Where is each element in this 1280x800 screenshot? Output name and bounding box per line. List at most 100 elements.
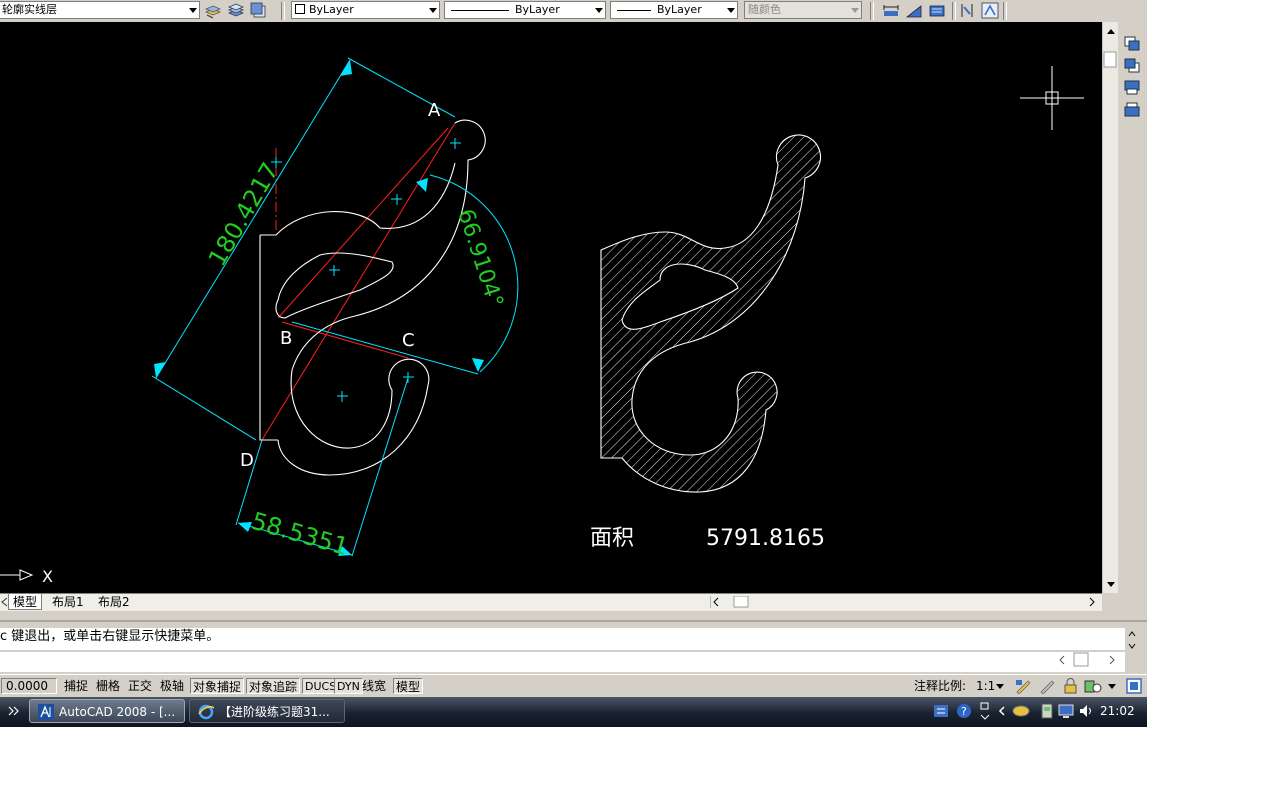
polar-toggle[interactable]: 极轴 xyxy=(158,678,186,694)
send-under-object-icon[interactable] xyxy=(1124,102,1141,117)
dimension-style-icon[interactable] xyxy=(958,2,976,19)
command-scroll-icon[interactable] xyxy=(1126,629,1138,651)
taskbar-item-label: AutoCAD 2008 - [... xyxy=(59,705,176,719)
toolbar-separator xyxy=(1003,2,1007,20)
linear-dimension-icon[interactable] xyxy=(882,2,900,19)
area-label: 面积 xyxy=(590,526,634,551)
quick-launch-chevron-icon[interactable] xyxy=(8,705,20,717)
annotation-scale-value[interactable]: 1:1 xyxy=(974,678,997,694)
radius-dimension-icon[interactable] xyxy=(928,2,946,19)
point-label-a: A xyxy=(428,100,441,121)
properties-toolbar: 轮廓实线层 ByLayer ByLayer ByLayer 随颜色 xyxy=(0,0,1147,23)
point-labels: A B C D xyxy=(240,100,441,471)
lineweight-preview xyxy=(617,10,651,11)
annotation-scale-label: 注释比例: xyxy=(914,679,967,693)
horizontal-scrollbar[interactable] xyxy=(710,596,1102,608)
command-window: c 键退出，或单击右键显示快捷菜单。 xyxy=(0,620,1147,674)
layer-name: 轮廓实线层 xyxy=(2,3,57,16)
command-input[interactable] xyxy=(0,651,1125,672)
hatched-hook-right xyxy=(600,134,822,493)
tab-layout1[interactable]: 布局1 xyxy=(48,594,88,610)
usb-device-icon[interactable] xyxy=(1040,702,1056,720)
windows-taskbar: AutoCAD 2008 - [... 【进阶级练习题31... ? 21:02 xyxy=(0,697,1147,727)
color-value: ByLayer xyxy=(309,3,354,16)
hook-outline-left xyxy=(259,119,486,476)
status-bar: 0.0000 捕捉 栅格 正交 极轴 对象捕捉 对象追踪 DUCS DYN 线宽… xyxy=(0,674,1147,697)
ucs-x-label: X xyxy=(42,567,53,586)
autocad-window: 轮廓实线层 ByLayer ByLayer ByLayer 随颜色 180.42… xyxy=(0,0,1147,727)
window-restore-icon[interactable] xyxy=(978,701,992,721)
otrack-toggle[interactable]: 对象追踪 xyxy=(246,678,301,694)
osnap-toggle[interactable]: 对象捕捉 xyxy=(190,678,245,694)
layer-manager-icon[interactable] xyxy=(227,2,245,19)
layer-previous-icon[interactable] xyxy=(250,2,268,19)
point-label-c: C xyxy=(402,330,415,351)
aligned-dimension-icon[interactable] xyxy=(905,2,923,19)
dimension-length-text: 180.4217 xyxy=(203,158,285,271)
svg-text:?: ? xyxy=(961,705,967,718)
lock-icon[interactable] xyxy=(1062,678,1080,694)
toolbar-separator xyxy=(952,2,956,20)
grid-toggle[interactable]: 栅格 xyxy=(94,678,122,694)
plotstyle-dropdown[interactable]: 随颜色 xyxy=(744,1,862,19)
taskbar-clock: 21:02 xyxy=(1100,704,1135,718)
toolbar-separator xyxy=(281,2,285,20)
point-label-d: D xyxy=(240,450,254,471)
command-hscroll[interactable] xyxy=(1056,652,1120,668)
lineweight-dropdown[interactable]: ByLayer xyxy=(610,1,738,19)
make-layer-current-icon[interactable] xyxy=(204,2,222,19)
taskbar-item-autocad[interactable]: AutoCAD 2008 - [... xyxy=(29,699,185,723)
chevron-down-icon[interactable] xyxy=(1108,684,1116,690)
annotation-visibility-icon[interactable] xyxy=(1014,678,1032,694)
tab-model[interactable]: 模型 xyxy=(8,594,43,610)
linetype-value: ByLayer xyxy=(515,3,560,16)
chevron-down-icon xyxy=(429,8,437,13)
ucs-icon xyxy=(0,569,34,581)
lineweight-value: ByLayer xyxy=(657,3,702,16)
area-value: 5791.8165 xyxy=(706,526,825,551)
linetype-dropdown[interactable]: ByLayer xyxy=(444,1,606,19)
linetype-preview xyxy=(451,10,509,11)
taskbar-item-browser[interactable]: 【进阶级练习题31... xyxy=(189,699,345,723)
text-style-icon[interactable] xyxy=(981,2,999,19)
internet-explorer-icon xyxy=(198,704,214,720)
color-swatch-icon xyxy=(295,4,305,14)
bring-to-front-icon[interactable] xyxy=(1124,36,1141,51)
construction-lines xyxy=(261,122,456,441)
chevron-down-icon xyxy=(595,8,603,13)
send-to-back-icon[interactable] xyxy=(1124,58,1141,73)
ortho-toggle[interactable]: 正交 xyxy=(126,678,154,694)
crosshair-cursor-icon xyxy=(1020,66,1084,130)
display-settings-icon[interactable] xyxy=(1058,702,1076,720)
dimension-arrowheads xyxy=(154,60,484,556)
chevron-down-icon xyxy=(851,8,859,13)
point-label-b: B xyxy=(280,328,292,349)
plotstyle-value: 随颜色 xyxy=(748,3,781,16)
tray-chevron-left-icon[interactable] xyxy=(998,706,1006,716)
volume-icon[interactable] xyxy=(1078,703,1094,719)
color-dropdown[interactable]: ByLayer xyxy=(291,1,440,19)
lineweight-toggle[interactable]: 线宽 xyxy=(360,678,388,694)
bring-above-object-icon[interactable] xyxy=(1124,80,1141,95)
vertical-scrollbar[interactable] xyxy=(1102,22,1118,593)
chevron-down-icon[interactable] xyxy=(996,684,1004,690)
dimension-angle-text: 66.9104° xyxy=(452,206,507,311)
clean-screen-icon[interactable] xyxy=(1126,678,1142,694)
model-toggle[interactable]: 模型 xyxy=(393,678,424,694)
dimension-lines xyxy=(151,57,519,557)
snap-toggle[interactable]: 捕捉 xyxy=(62,678,90,694)
toolbar-separator xyxy=(870,2,874,20)
auto-scale-icon[interactable] xyxy=(1038,678,1056,694)
dimension-width-text: 58.5351 xyxy=(248,507,351,561)
help-icon[interactable]: ? xyxy=(956,703,972,719)
toolbar-lock-icon[interactable] xyxy=(1084,678,1102,694)
drawing-area[interactable]: 180.4217 66.9104° 58.5351 A B C D 面积 579 xyxy=(0,22,1102,593)
tab-layout2[interactable]: 布局2 xyxy=(94,594,134,610)
input-method-icon[interactable] xyxy=(934,703,950,719)
network-status-icon[interactable] xyxy=(1012,703,1030,719)
chevron-down-icon xyxy=(189,8,197,13)
drawing-svg: 180.4217 66.9104° 58.5351 A B C D 面积 579 xyxy=(0,57,1084,586)
layer-dropdown[interactable]: 轮廓实线层 xyxy=(0,1,200,19)
dyn-toggle[interactable]: DYN xyxy=(334,678,363,694)
draw-order-toolbar xyxy=(1118,22,1147,595)
